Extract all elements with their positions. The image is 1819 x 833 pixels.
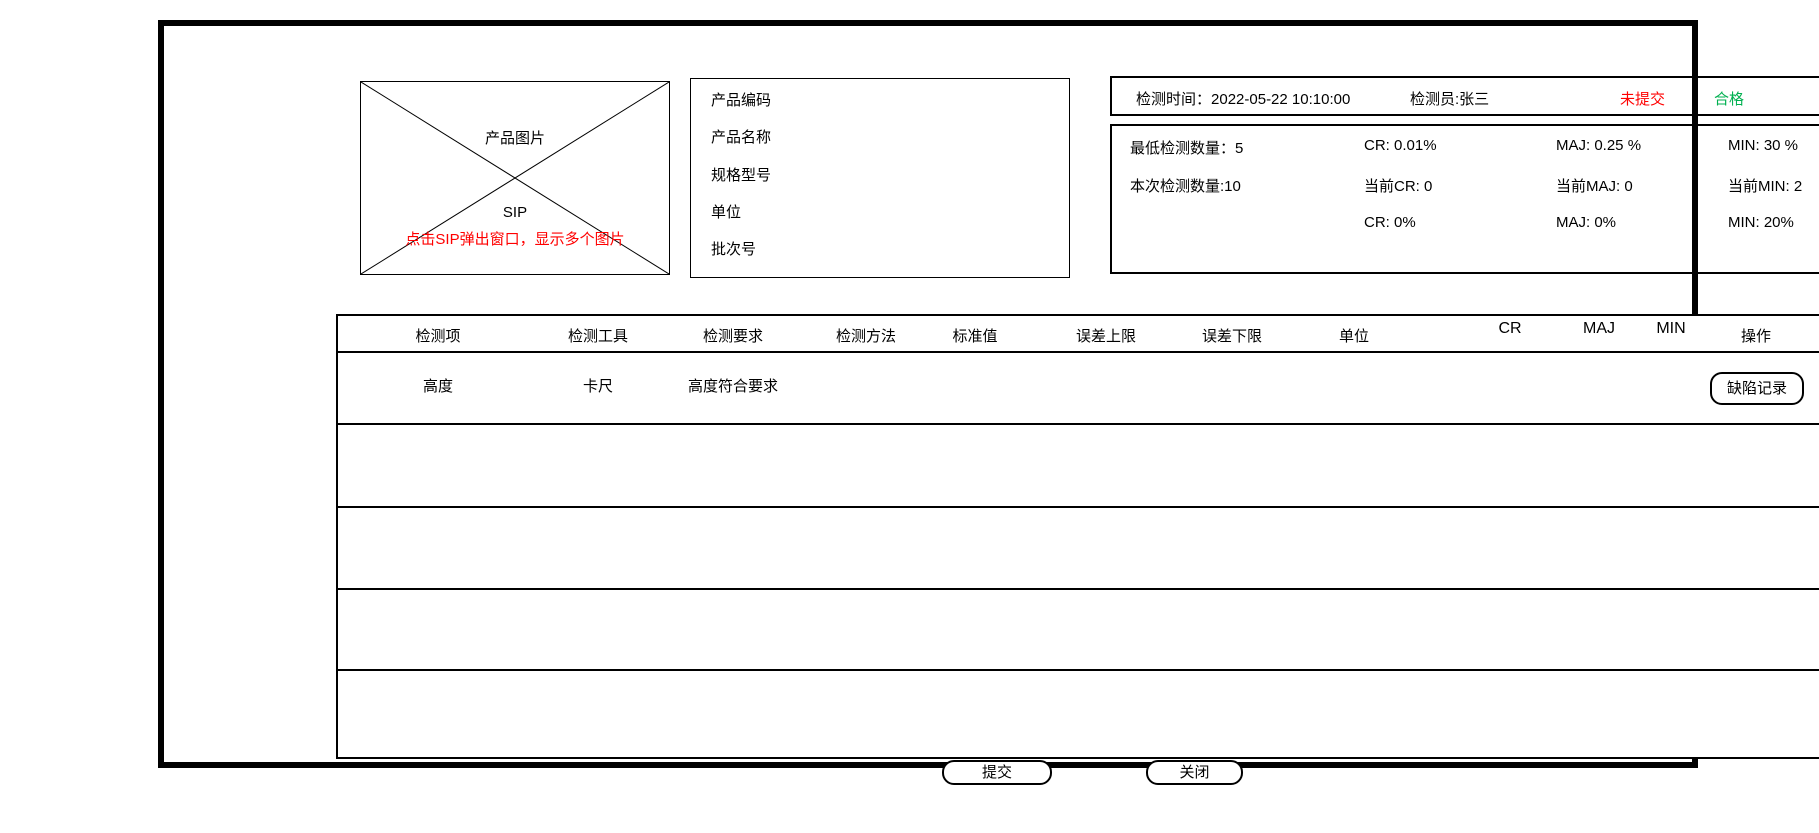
- stat-current-maj: 当前MAJ: 0: [1556, 175, 1633, 196]
- stat-min-rate: MIN: 20%: [1728, 214, 1794, 231]
- col-header-method: 检测方法: [801, 325, 931, 346]
- cell-item: 高度: [378, 375, 498, 396]
- inspection-stats-panel: 最低检测数量：5 CR: 0.01% MAJ: 0.25 % MIN: 30 %…: [1110, 124, 1819, 274]
- stat-cr-limit: CR: 0.01%: [1364, 137, 1437, 154]
- inspection-table: 检测项 检测工具 检测要求 检测方法 标准值 误差上限 误差下限 单位 CR M…: [336, 314, 1819, 759]
- result-status-badge: 合格: [1714, 88, 1744, 109]
- field-batch-no: 批次号: [711, 241, 1069, 259]
- col-header-min: MIN: [1626, 320, 1716, 338]
- product-image-placeholder[interactable]: 产品图片 SIP 点击SIP弹出窗口，显示多个图片: [360, 81, 670, 275]
- inspection-dialog: 产品图片 SIP 点击SIP弹出窗口，显示多个图片 产品编码 产品名称 规格型号…: [0, 0, 1819, 833]
- sip-link[interactable]: SIP: [361, 204, 669, 221]
- table-header-row: 检测项 检测工具 检测要求 检测方法 标准值 误差上限 误差下限 单位 CR M…: [338, 316, 1819, 353]
- product-image-label: 产品图片: [361, 127, 669, 148]
- field-spec-model: 规格型号: [711, 167, 1069, 185]
- table-row-empty: [338, 671, 1819, 757]
- field-unit: 单位: [711, 204, 1069, 222]
- defect-record-button[interactable]: 缺陷记录: [1710, 372, 1804, 405]
- col-header-upper-tolerance: 误差上限: [1046, 325, 1166, 346]
- submit-button[interactable]: 提交: [942, 760, 1052, 785]
- col-header-requirement: 检测要求: [668, 325, 798, 346]
- stat-current-qty: 本次检测数量:10: [1130, 175, 1241, 196]
- cell-tool: 卡尺: [533, 375, 663, 396]
- col-header-item: 检测项: [378, 325, 498, 346]
- submit-status-badge: 未提交: [1620, 88, 1665, 109]
- col-header-unit: 单位: [1294, 325, 1414, 346]
- table-row: 高度 卡尺 高度符合要求 缺陷记录: [338, 355, 1819, 425]
- inspection-time: 检测时间：2022-05-22 10:10:00: [1136, 88, 1350, 109]
- stat-current-cr: 当前CR: 0: [1364, 175, 1432, 196]
- col-header-action: 操作: [1711, 325, 1801, 346]
- table-row-empty: [338, 425, 1819, 508]
- col-header-cr: CR: [1465, 320, 1555, 338]
- stat-current-min: 当前MIN: 2: [1728, 175, 1802, 196]
- stat-cr-rate: CR: 0%: [1364, 214, 1416, 231]
- inspection-time-value: 2022-05-22 10:10:00: [1211, 91, 1350, 108]
- stat-min-qty: 最低检测数量：5: [1130, 137, 1243, 158]
- stat-maj-rate: MAJ: 0%: [1556, 214, 1616, 231]
- product-info-panel: 产品编码 产品名称 规格型号 单位 批次号: [690, 78, 1070, 278]
- stat-maj-limit: MAJ: 0.25 %: [1556, 137, 1641, 154]
- field-product-code: 产品编码: [711, 92, 1069, 110]
- col-header-tool: 检测工具: [533, 325, 663, 346]
- table-row-empty: [338, 590, 1819, 671]
- table-row-empty: [338, 508, 1819, 590]
- dialog-frame: 产品图片 SIP 点击SIP弹出窗口，显示多个图片 产品编码 产品名称 规格型号…: [158, 20, 1698, 768]
- inspector-name: 检测员:张三: [1410, 88, 1489, 109]
- inspection-time-label: 检测时间：: [1136, 91, 1211, 108]
- inspection-header: 检测时间：2022-05-22 10:10:00 检测员:张三 未提交 合格: [1110, 76, 1819, 116]
- sip-note: 点击SIP弹出窗口，显示多个图片: [361, 228, 669, 249]
- col-header-standard: 标准值: [915, 325, 1035, 346]
- stat-min-limit: MIN: 30 %: [1728, 137, 1798, 154]
- field-product-name: 产品名称: [711, 129, 1069, 147]
- cell-requirement: 高度符合要求: [668, 375, 798, 396]
- close-button[interactable]: 关闭: [1146, 760, 1243, 785]
- col-header-lower-tolerance: 误差下限: [1172, 325, 1292, 346]
